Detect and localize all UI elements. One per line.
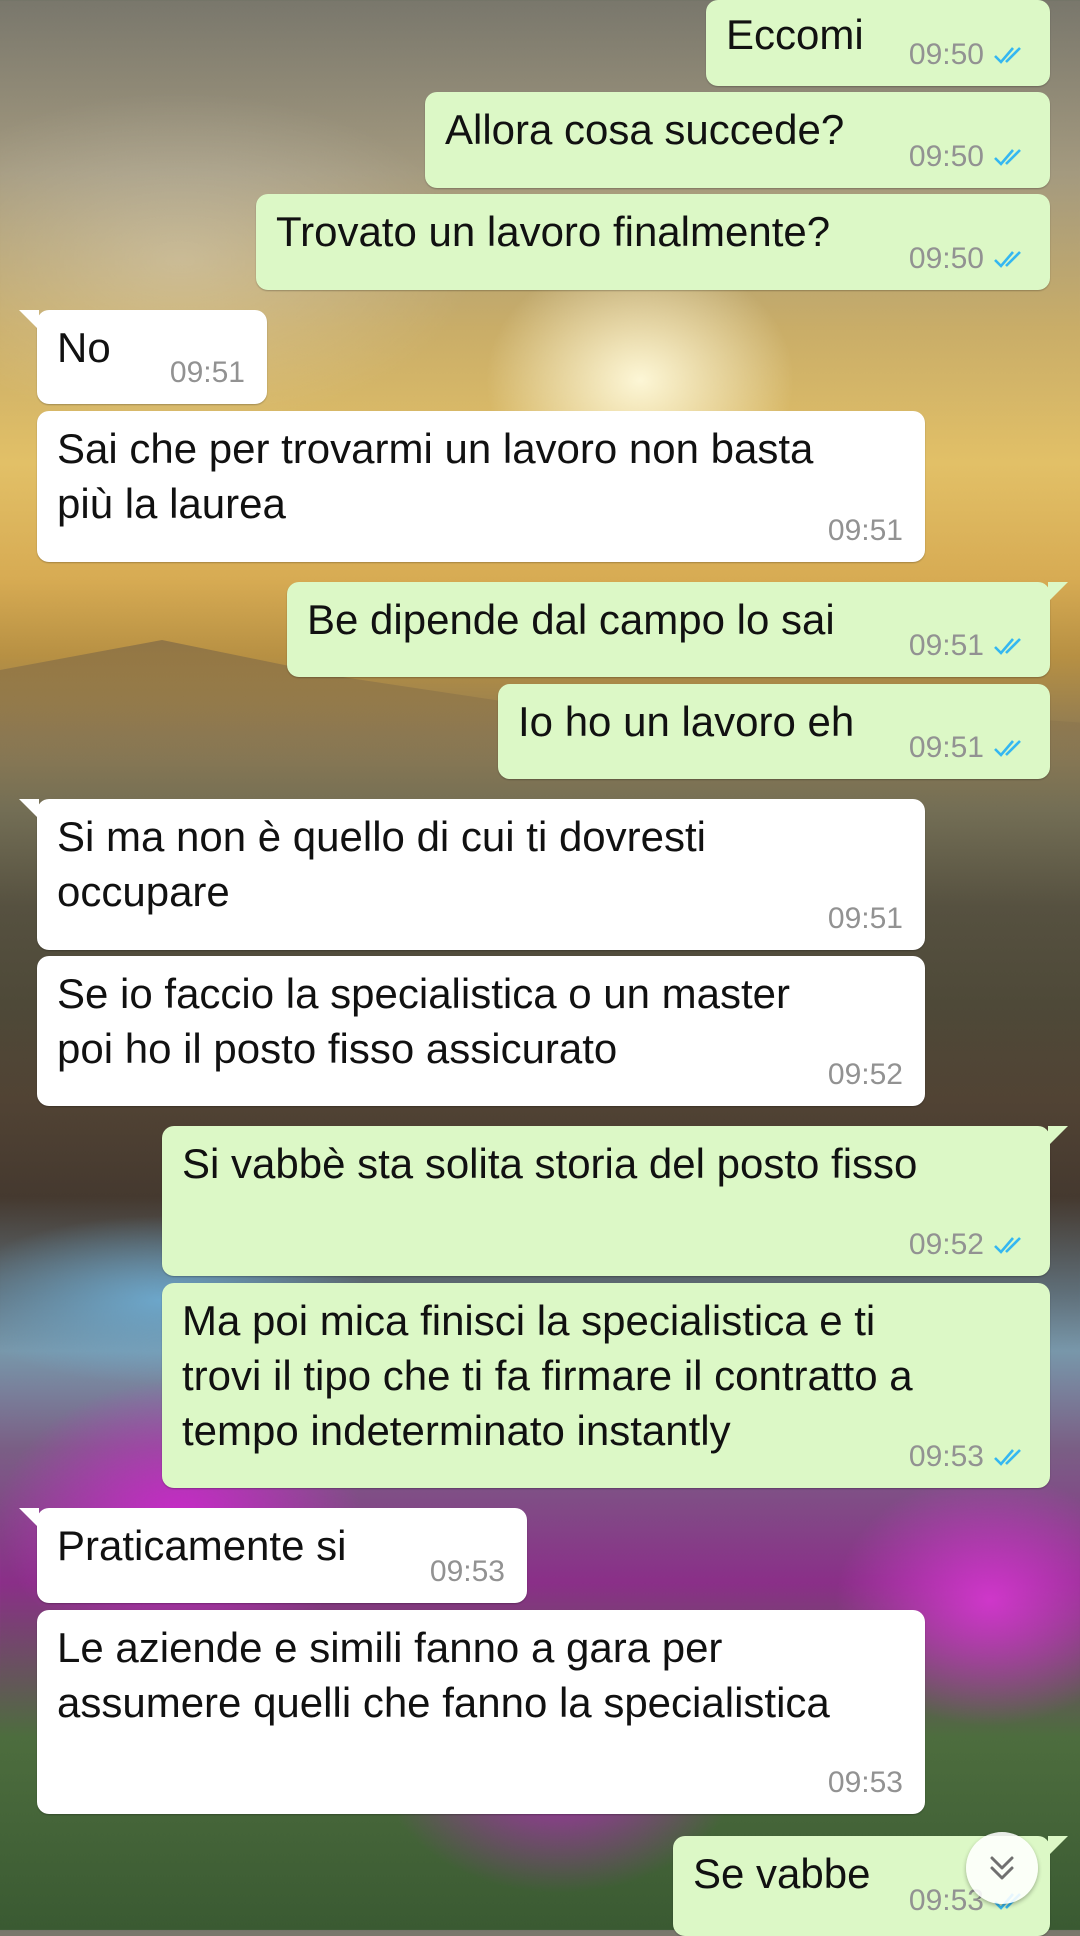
message-meta: 09:51 [909,629,1032,663]
message-text-line: Le aziende e simili fanno a gara per [57,1624,723,1671]
chat-message-list[interactable]: Eccomi 09:50 Allora cosa succede? 09:50 … [0,0,1080,1936]
message-bubble-outgoing[interactable]: Allora cosa succede? 09:50 [425,92,1050,188]
message-bubble-outgoing[interactable]: Si vabbè sta solita storia del posto fis… [162,1126,1068,1276]
message-meta: 09:50 [909,242,1032,276]
message-meta: 09:53 [828,1766,903,1800]
message-meta: 09:52 [828,1058,903,1092]
message-text-line: Se io faccio la specialistica o un maste… [57,970,791,1017]
message-meta: 09:53 [430,1555,505,1589]
message-meta: 09:50 [909,140,1032,174]
message-bubble-outgoing[interactable]: Io ho un lavoro eh 09:51 [498,684,1050,779]
read-double-check-icon [992,1233,1032,1257]
message-text-line: più la laurea [57,480,286,527]
message-time: 09:51 [908,731,984,764]
message-time: 09:51 [827,902,903,935]
message-text-line: tempo indeterminato instantly [182,1407,731,1454]
message-bubble-incoming[interactable]: Le aziende e simili fanno a gara per ass… [37,1610,925,1814]
message-text-line: Si ma non è quello di cui ti dovresti [57,813,707,860]
message-meta: 09:53 [909,1440,1032,1474]
read-double-check-icon [992,1445,1032,1469]
message-time: 09:50 [908,140,984,173]
message-bubble-incoming[interactable]: Si ma non è quello di cui ti dovresti oc… [19,799,925,950]
double-chevron-down-icon [984,1850,1020,1886]
message-bubble-incoming[interactable]: No 09:51 [19,310,267,404]
message-time: 09:53 [908,1440,984,1473]
read-double-check-icon [992,634,1032,658]
message-text-line: occupare [57,868,230,915]
message-time: 09:52 [908,1228,984,1261]
message-time: 09:51 [169,356,245,389]
message-text-line: Ma poi mica finisci la specialistica e t… [182,1297,876,1344]
message-time: 09:50 [908,242,984,275]
read-double-check-icon [992,247,1032,271]
message-time: 09:52 [827,1058,903,1091]
message-meta: 09:51 [828,902,903,936]
message-text-line: trovi il tipo che ti fa firmare il contr… [182,1352,913,1399]
message-meta: 09:51 [828,514,903,548]
message-meta: 09:50 [909,38,1032,72]
read-double-check-icon [992,43,1032,67]
message-text-line: assumere quelli che fanno la specialisti… [57,1679,830,1726]
message-time: 09:53 [429,1555,505,1588]
message-bubble-outgoing[interactable]: Be dipende dal campo lo sai 09:51 [287,582,1068,677]
message-bubble-incoming[interactable]: Sai che per trovarmi un lavoro non basta… [37,411,925,562]
message-bubble-outgoing[interactable]: Eccomi 09:50 [706,0,1050,86]
message-time: 09:53 [827,1766,903,1799]
message-time: 09:50 [908,38,984,71]
message-meta: 09:51 [909,731,1032,765]
read-double-check-icon [992,736,1032,760]
message-text-line: Sai che per trovarmi un lavoro non basta [57,425,814,472]
scroll-to-bottom-button[interactable] [966,1832,1038,1904]
message-bubble-incoming[interactable]: Se io faccio la specialistica o un maste… [37,956,925,1106]
read-double-check-icon [992,145,1032,169]
message-bubble-outgoing[interactable]: Ma poi mica finisci la specialistica e t… [162,1283,1050,1488]
message-bubble-outgoing[interactable]: Trovato un lavoro finalmente? 09:50 [256,194,1050,290]
message-text-line: poi ho il posto fisso assicurato [57,1025,618,1072]
message-time: 09:51 [908,629,984,662]
message-meta: 09:51 [170,356,245,390]
message-meta: 09:52 [909,1228,1032,1262]
message-bubble-incoming[interactable]: Praticamente si 09:53 [19,1508,527,1603]
message-time: 09:51 [827,514,903,547]
message-text: Si vabbè sta solita storia del posto fis… [182,1140,918,1187]
